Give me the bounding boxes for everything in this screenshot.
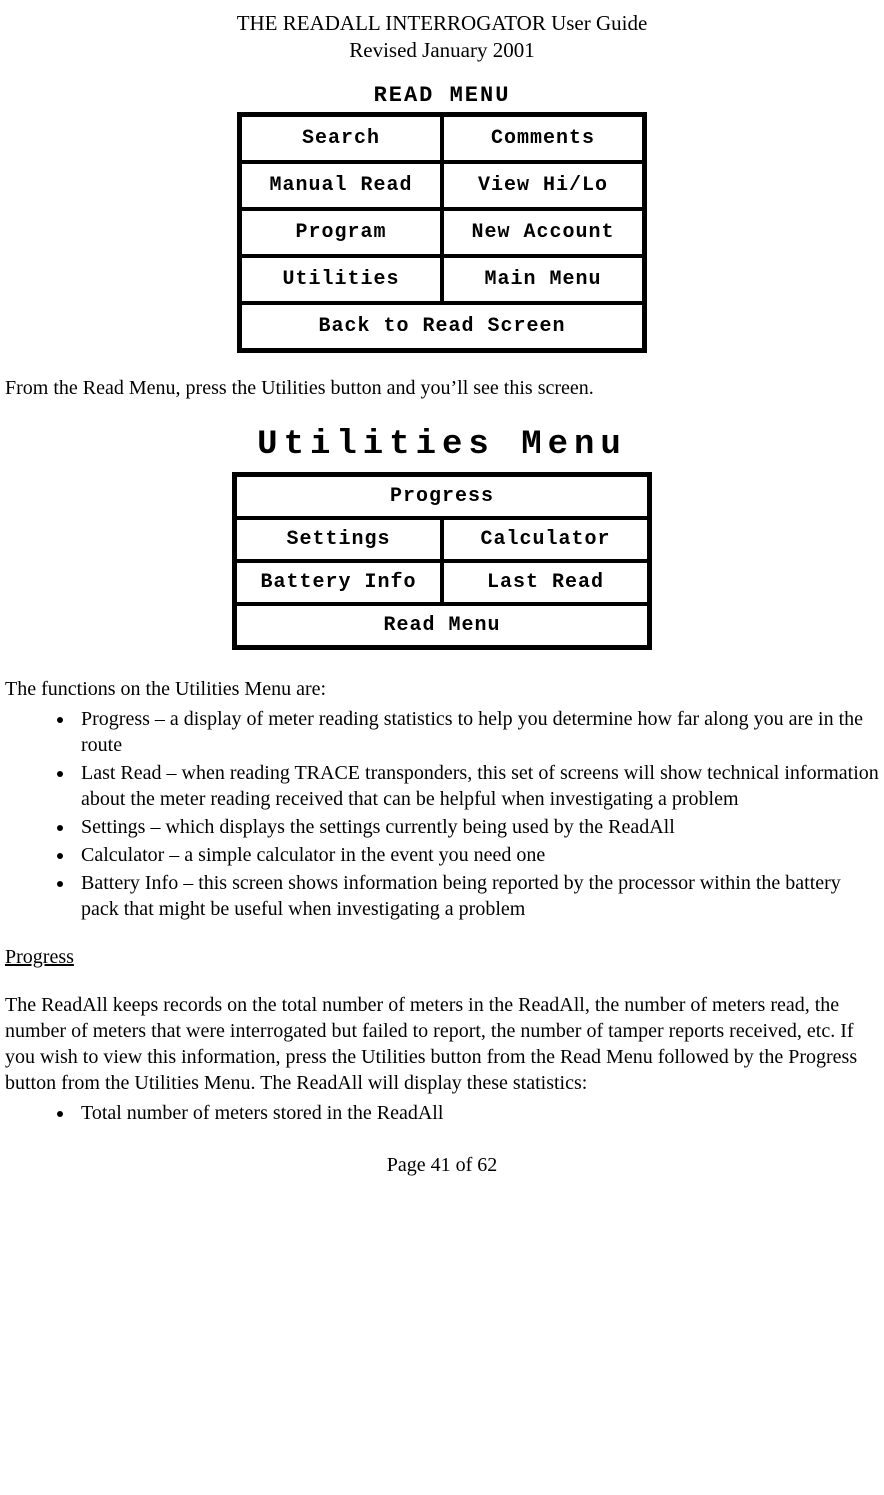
utilities-menu-title: Utilities Menu bbox=[5, 426, 879, 464]
list-item: Progress – a display of meter reading st… bbox=[75, 706, 879, 758]
util-calculator[interactable]: Calculator bbox=[442, 518, 649, 561]
read-menu-back[interactable]: Back to Read Screen bbox=[240, 303, 644, 350]
page-header: THE READALL INTERROGATOR User Guide Revi… bbox=[5, 0, 879, 65]
utilities-menu-screenshot: Progress Settings Calculator Battery Inf… bbox=[232, 472, 652, 650]
list-item: Calculator – a simple calculator in the … bbox=[75, 842, 879, 868]
read-menu-search[interactable]: Search bbox=[240, 115, 442, 162]
read-menu-comments[interactable]: Comments bbox=[442, 115, 644, 162]
read-menu-utilities[interactable]: Utilities bbox=[240, 256, 442, 303]
util-read-menu[interactable]: Read Menu bbox=[235, 604, 649, 647]
doc-title: THE READALL INTERROGATOR User Guide bbox=[5, 10, 879, 37]
read-menu-manual-read[interactable]: Manual Read bbox=[240, 162, 442, 209]
page-footer: Page 41 of 62 bbox=[5, 1154, 879, 1187]
utilities-menu-grid: Progress Settings Calculator Battery Inf… bbox=[232, 472, 652, 650]
list-item: Battery Info – this screen shows informa… bbox=[75, 870, 879, 922]
paragraph-1: From the Read Menu, press the Utilities … bbox=[5, 375, 879, 401]
read-menu-new-account[interactable]: New Account bbox=[442, 209, 644, 256]
util-progress[interactable]: Progress bbox=[235, 475, 649, 518]
read-menu-program[interactable]: Program bbox=[240, 209, 442, 256]
read-menu-main-menu[interactable]: Main Menu bbox=[442, 256, 644, 303]
read-menu-view-hilo[interactable]: View Hi/Lo bbox=[442, 162, 644, 209]
doc-revised: Revised January 2001 bbox=[5, 37, 879, 64]
list-item: Last Read – when reading TRACE transpond… bbox=[75, 760, 879, 812]
stats-list: Total number of meters stored in the Rea… bbox=[5, 1100, 879, 1126]
paragraph-3: The ReadAll keeps records on the total n… bbox=[5, 992, 879, 1096]
util-last-read[interactable]: Last Read bbox=[442, 561, 649, 604]
functions-list: Progress – a display of meter reading st… bbox=[5, 706, 879, 922]
read-menu-title: READ MENU bbox=[237, 83, 647, 108]
section-heading-progress: Progress bbox=[5, 944, 879, 970]
paragraph-2: The functions on the Utilities Menu are: bbox=[5, 676, 879, 702]
util-settings[interactable]: Settings bbox=[235, 518, 442, 561]
read-menu-screenshot: READ MENU Search Comments Manual Read Vi… bbox=[237, 83, 647, 353]
list-item: Settings – which displays the settings c… bbox=[75, 814, 879, 840]
read-menu-grid: Search Comments Manual Read View Hi/Lo P… bbox=[237, 112, 647, 353]
list-item: Total number of meters stored in the Rea… bbox=[75, 1100, 879, 1126]
util-battery-info[interactable]: Battery Info bbox=[235, 561, 442, 604]
